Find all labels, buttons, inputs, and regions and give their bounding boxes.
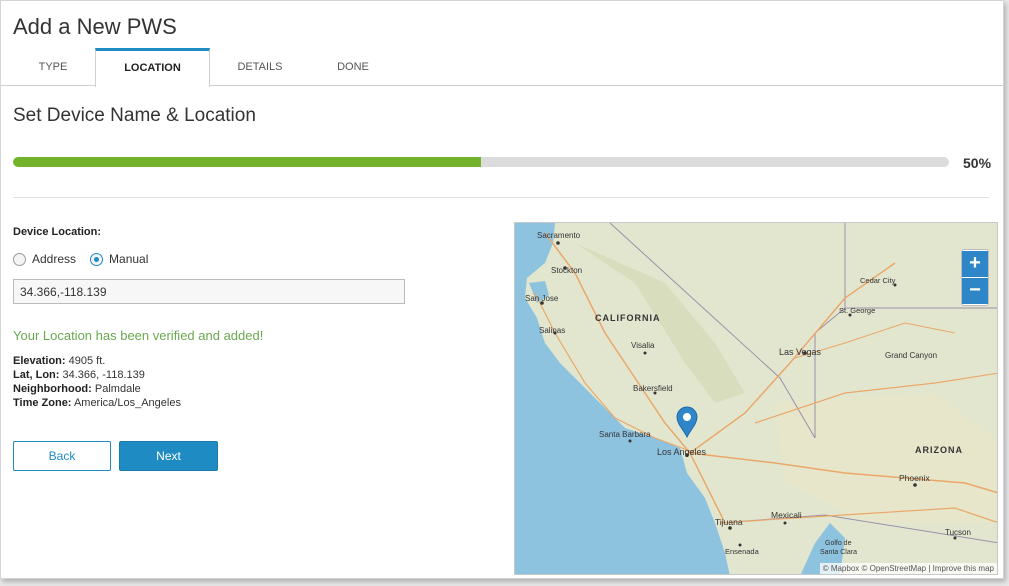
map-label-grand-canyon: Grand Canyon	[885, 351, 937, 360]
manual-radio[interactable]	[90, 252, 104, 266]
map-label-golfo: Golfo de	[825, 540, 852, 547]
map-label-los-angeles: Los Angeles	[657, 447, 707, 457]
neighborhood-label: Neighborhood:	[13, 383, 92, 395]
location-map[interactable]: Sacramento Stockton San Jose Salinas CAL…	[514, 222, 998, 575]
zoom-controls: + −	[961, 249, 989, 306]
elevation-value: 4905 ft.	[68, 355, 106, 367]
timezone-label: Time Zone:	[13, 397, 72, 409]
location-marker-icon[interactable]	[676, 406, 698, 439]
map-attribution: © Mapbox © OpenStreetMap | Improve this …	[819, 563, 997, 574]
map-label-tijuana: Tijuana	[715, 517, 743, 527]
address-radio[interactable]	[13, 252, 26, 266]
divider	[13, 197, 989, 198]
next-button[interactable]: Next	[119, 441, 218, 471]
neighborhood-value: Palmdale	[94, 383, 141, 395]
map-label-salinas: Salinas	[539, 326, 565, 335]
elevation-label: Elevation:	[13, 355, 66, 367]
tab-location[interactable]: LOCATION	[95, 48, 210, 87]
map-label-cedar-city: Cedar City	[860, 276, 896, 285]
map-label-visalia: Visalia	[631, 341, 655, 350]
desert-shade	[775, 393, 997, 523]
latlon-value: 34.366, -118.139	[62, 369, 145, 381]
attribution-text[interactable]: © Mapbox © OpenStreetMap |	[823, 564, 931, 573]
progress-bar	[13, 157, 949, 167]
map-label-las-vegas: Las Vegas	[779, 347, 822, 357]
map-label-tucson: Tucson	[945, 528, 971, 537]
map-label-ensenada: Ensenada	[725, 547, 760, 556]
map-label-california: CALIFORNIA	[595, 313, 661, 323]
map-label-san-jose: San Jose	[525, 294, 559, 303]
improve-map-link[interactable]: Improve this map	[933, 564, 994, 573]
map-label-santa-barbara: Santa Barbara	[599, 430, 651, 439]
latlon-label: Lat, Lon:	[13, 369, 60, 381]
map-label-mexicali: Mexicali	[771, 510, 802, 520]
add-pws-card: Add a New PWS TYPE LOCATION DETAILS DONE…	[0, 0, 1005, 579]
page-title: Add a New PWS	[13, 14, 177, 39]
zoom-out-button[interactable]: −	[962, 278, 988, 304]
tab-done[interactable]: DONE	[313, 48, 393, 86]
pacific-ocean	[515, 223, 730, 574]
map-label-sacramento: Sacramento	[537, 231, 581, 240]
verified-message: Your Location has been verified and adde…	[13, 328, 264, 343]
progress-fill	[13, 157, 481, 167]
map-label-phoenix: Phoenix	[899, 473, 930, 483]
location-info: Elevation: 4905 ft. Lat, Lon: 34.366, -1…	[13, 354, 181, 410]
tab-type[interactable]: TYPE	[13, 48, 93, 86]
progress-percent: 50%	[963, 155, 992, 171]
manual-radio-label[interactable]: Manual	[109, 252, 148, 266]
map-label-bakersfield: Bakersfield	[633, 384, 673, 393]
tab-details[interactable]: DETAILS	[215, 48, 305, 86]
map-label-st-george: St. George	[839, 306, 875, 315]
location-mode-radios: Address Manual	[13, 252, 162, 266]
map-label-santa-clara: Santa Clara	[820, 549, 857, 556]
section-title: Set Device Name & Location	[13, 105, 256, 126]
coordinates-input[interactable]	[13, 279, 405, 304]
device-location-label: Device Location:	[13, 226, 102, 238]
map-label-stockton: Stockton	[551, 266, 582, 275]
wizard-tabs: TYPE LOCATION DETAILS DONE	[1, 48, 1005, 87]
address-radio-label[interactable]: Address	[32, 252, 76, 266]
timezone-value: America/Los_Angeles	[73, 397, 181, 409]
zoom-in-button[interactable]: +	[962, 251, 988, 277]
map-label-arizona: ARIZONA	[915, 445, 963, 455]
back-button[interactable]: Back	[13, 441, 111, 471]
map-canvas[interactable]: Sacramento Stockton San Jose Salinas CAL…	[515, 223, 998, 575]
